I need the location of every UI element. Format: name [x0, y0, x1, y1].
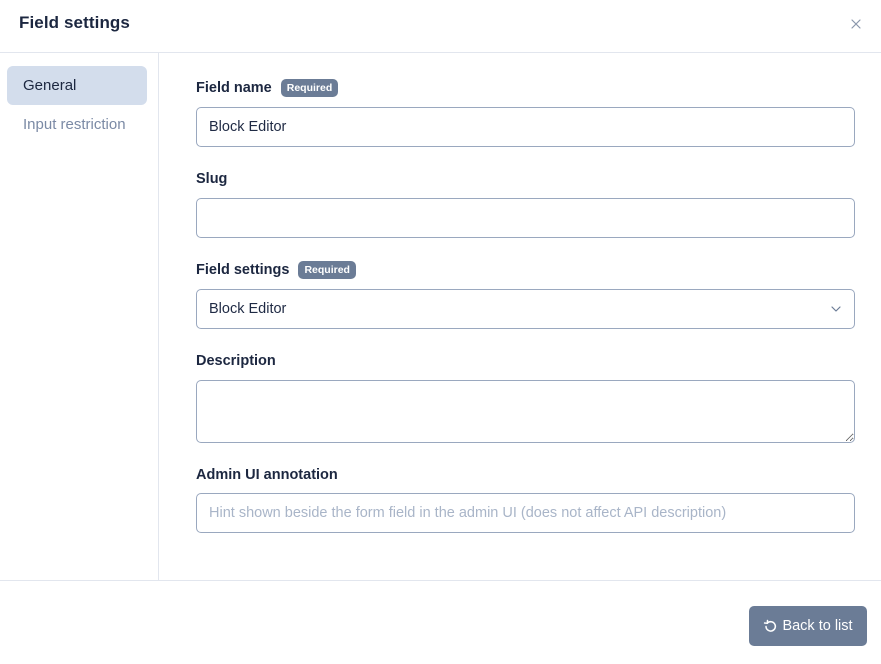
chevron-down-icon: [831, 306, 841, 312]
settings-form: Field name Required Slug Field settings …: [160, 53, 881, 580]
dialog-footer: Back to list: [0, 580, 881, 664]
sidebar-item-input-restriction[interactable]: Input restriction: [7, 105, 147, 144]
field-settings-dialog: Field settings General Input restriction…: [0, 0, 881, 664]
admin-ui-annotation-label-row: Admin UI annotation: [196, 467, 338, 483]
admin-ui-annotation-input[interactable]: [196, 493, 855, 533]
dialog-title: Field settings: [19, 13, 130, 32]
field-name-input[interactable]: [196, 107, 855, 147]
back-to-list-button[interactable]: Back to list: [749, 606, 867, 646]
close-icon: [851, 19, 861, 29]
field-settings-label: Field settings: [196, 262, 290, 278]
required-badge: Required: [298, 261, 356, 279]
field-settings-label-row: Field settings Required: [196, 261, 356, 279]
field-settings-selected-value: Block Editor: [209, 301, 287, 317]
description-label-row: Description: [196, 353, 276, 369]
slug-label-row: Slug: [196, 171, 227, 187]
field-name-label: Field name: [196, 80, 272, 96]
description-label: Description: [196, 353, 276, 369]
undo-icon: [764, 619, 777, 632]
sidebar-item-general[interactable]: General: [7, 66, 147, 105]
settings-sidebar: General Input restriction: [0, 53, 159, 580]
slug-label: Slug: [196, 171, 228, 187]
close-button[interactable]: [846, 14, 866, 34]
dialog-header: Field settings: [0, 0, 881, 53]
back-to-list-label: Back to list: [782, 618, 853, 634]
slug-input[interactable]: [196, 198, 855, 238]
field-settings-select[interactable]: Block Editor: [196, 289, 855, 329]
required-badge: Required: [280, 79, 339, 97]
admin-ui-annotation-label: Admin UI annotation: [196, 467, 338, 483]
description-textarea[interactable]: [196, 380, 855, 443]
field-name-label-row: Field name Required: [196, 79, 339, 97]
